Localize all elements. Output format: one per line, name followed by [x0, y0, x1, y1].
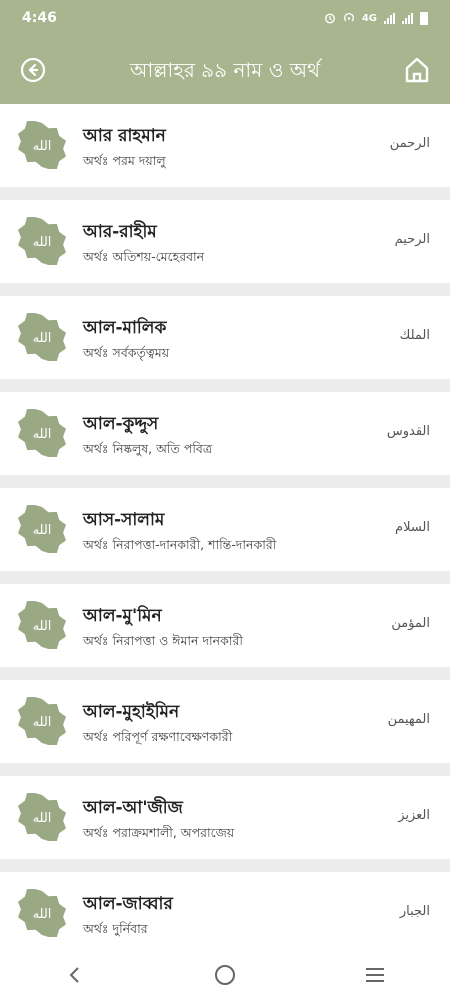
name-meaning: অর্থঃ পরম দয়ালু — [83, 153, 166, 168]
allah-badge-icon: الله — [18, 217, 66, 265]
status-time: 4:46 — [22, 10, 57, 26]
svg-text:الله: الله — [33, 811, 52, 826]
signal-icon-2 — [402, 12, 413, 24]
name-arabic: المهيمن — [387, 712, 430, 727]
alarm-icon — [324, 13, 335, 24]
menu-lines-icon — [366, 968, 384, 982]
name-card[interactable]: الله আর রাহমান অর্থঃ পরম দয়ালু الرحمن — [0, 104, 450, 187]
svg-text:الله: الله — [33, 427, 52, 442]
svg-text:الله: الله — [33, 235, 52, 250]
svg-text:الله: الله — [33, 715, 52, 730]
names-list: الله আর রাহমান অর্থঃ পরম দয়ালু الرحمن الله আ… — [0, 104, 450, 968]
name-meaning: অর্থঃ নিরাপত্তা ও ঈমান দানকারী — [83, 633, 243, 648]
app-bar: আল্লাহর ৯৯ নাম ও অর্থ — [0, 36, 450, 104]
name-arabic: العزيز — [398, 808, 430, 823]
name-arabic: الرحيم — [394, 232, 430, 247]
name-meaning: অর্থঃ নিষ্কলুষ, অতি পবিত্র — [83, 441, 213, 456]
allah-badge-icon: الله — [18, 601, 66, 649]
page-title: আল্লাহর ৯৯ নাম ও অর্থ — [129, 58, 321, 82]
name-transliteration: আল-মুহাইমিন — [83, 702, 180, 722]
home-button[interactable] — [404, 56, 430, 88]
name-arabic: المؤمن — [391, 616, 430, 631]
name-arabic: الرحمن — [389, 136, 430, 151]
name-card[interactable]: الله আল-মুহাইমিন অর্থঃ পরিপূর্ণ রক্ষণাবেক্… — [0, 680, 450, 763]
allah-badge-icon: الله — [18, 409, 66, 457]
nav-back-button[interactable] — [55, 955, 95, 995]
system-nav-bar — [0, 950, 450, 1000]
name-card[interactable]: الله আল-আ'জীজ অর্থঃ পরাক্রমশালী, অপরাজেয় ا… — [0, 776, 450, 859]
name-card[interactable]: الله আল-মু'মিন অর্থঃ নিরাপত্তা ও ঈমান দানক… — [0, 584, 450, 667]
allah-badge-icon: الله — [18, 793, 66, 841]
allah-badge-icon: الله — [18, 313, 66, 361]
name-meaning: অর্থঃ অতিশয়-মেহেরবান — [83, 249, 205, 264]
name-transliteration: আস-সালাম — [83, 510, 165, 530]
chevron-left-icon — [69, 967, 79, 983]
allah-badge-icon: الله — [18, 889, 66, 937]
name-transliteration: আর রাহমান — [83, 126, 166, 146]
status-icons: 4G — [324, 11, 428, 25]
home-icon — [405, 57, 429, 83]
name-transliteration: আল-জাব্বার — [83, 894, 173, 914]
circle-home-icon — [215, 965, 235, 985]
allah-badge-icon: الله — [18, 121, 66, 169]
name-meaning: অর্থঃ সর্বকর্তৃত্বময় — [83, 345, 170, 360]
name-card[interactable]: الله আর-রাহীম অর্থঃ অতিশয়-মেহেরবান الرحيم — [0, 200, 450, 283]
name-transliteration: আল-কুদ্দুস — [83, 414, 159, 434]
name-arabic: الملك — [399, 328, 430, 343]
signal-icon — [384, 12, 395, 24]
svg-text:الله: الله — [33, 619, 52, 634]
battery-icon — [420, 11, 428, 25]
name-transliteration: আল-মালিক — [83, 318, 167, 338]
nav-home-button[interactable] — [205, 955, 245, 995]
svg-text:الله: الله — [33, 523, 52, 538]
name-card[interactable]: الله আল-কুদ্দুস অর্থঃ নিষ্কলুষ, অতি পবিত্র… — [0, 392, 450, 475]
name-arabic: السلام — [395, 520, 430, 535]
name-card[interactable]: الله আল-জাব্বার অর্থঃ দুর্নিবার الجبار — [0, 872, 450, 955]
allah-badge-icon: الله — [18, 697, 66, 745]
svg-text:الله: الله — [33, 907, 52, 922]
name-meaning: অর্থঃ নিরাপত্তা-দানকারী, শান্তি-দানকারী — [83, 537, 277, 552]
allah-badge-icon: الله — [18, 505, 66, 553]
svg-text:الله: الله — [33, 331, 52, 346]
name-transliteration: আর-রাহীম — [83, 222, 157, 242]
name-transliteration: আল-আ'জীজ — [83, 798, 183, 818]
status-bar: 4:46 4G — [0, 0, 450, 36]
name-meaning: অর্থঃ পরিপূর্ণ রক্ষণাবেক্ষণকারী — [83, 729, 233, 744]
nav-recents-button[interactable] — [355, 955, 395, 995]
name-card[interactable]: الله আস-সালাম অর্থঃ নিরাপত্তা-দানকারী, শান… — [0, 488, 450, 571]
name-transliteration: আল-মু'মিন — [83, 606, 162, 626]
svg-text:الله: الله — [33, 139, 52, 154]
name-arabic: القدوس — [386, 424, 430, 439]
network-type: 4G — [361, 12, 377, 24]
name-meaning: অর্থঃ পরাক্রমশালী, অপরাজেয় — [83, 825, 235, 840]
name-card[interactable]: الله আল-মালিক অর্থঃ সর্বকর্তৃত্বময় الملك — [0, 296, 450, 379]
hotspot-icon — [343, 12, 354, 22]
name-meaning: অর্থঃ দুর্নিবার — [83, 921, 148, 936]
name-arabic: الجبار — [399, 904, 430, 919]
